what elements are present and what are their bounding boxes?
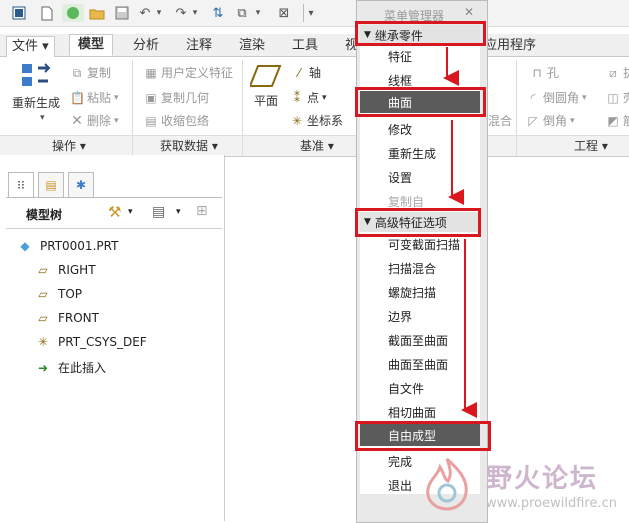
watermark-logo <box>418 455 476 514</box>
flame-logo-icon <box>426 457 468 511</box>
annotation-arrows <box>443 47 477 418</box>
watermark-title: 野火论坛 <box>486 464 599 494</box>
watermark-url: www.proewildfire.cn <box>486 496 617 511</box>
